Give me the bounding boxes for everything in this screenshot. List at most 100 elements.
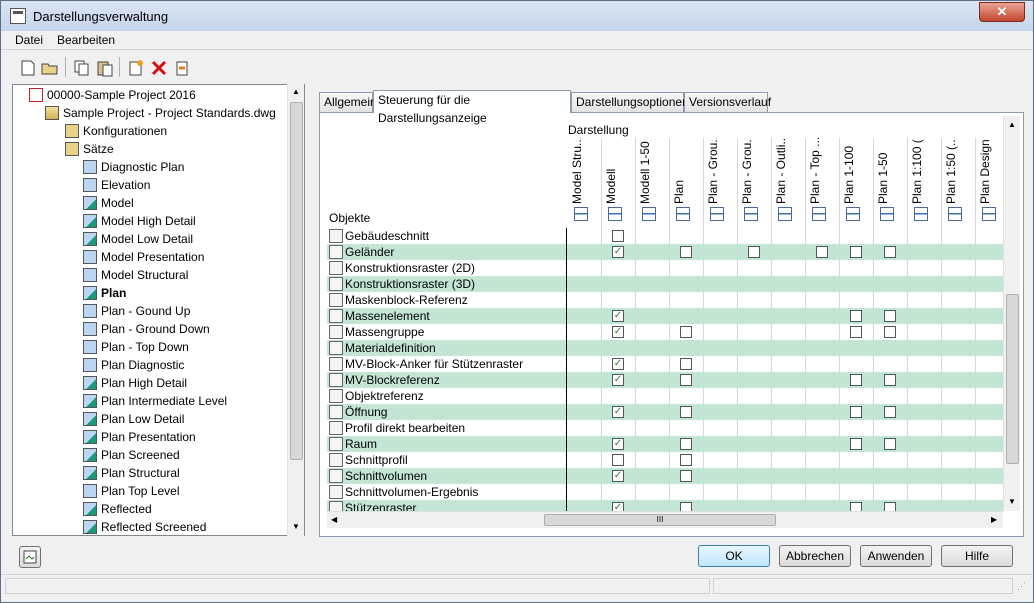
tree-item[interactable]: Elevation xyxy=(83,176,150,194)
tree-item[interactable]: Plan Screened xyxy=(83,446,180,464)
menu-datei[interactable]: Datei xyxy=(15,33,43,47)
column-header[interactable]: Model Stru... xyxy=(570,138,604,204)
display-checkbox[interactable] xyxy=(680,438,692,450)
tree-item[interactable]: Plan - Ground Down xyxy=(83,320,210,338)
tree-item[interactable]: Plan Intermediate Level xyxy=(83,392,227,410)
tab-versionsverlauf[interactable]: Versionsverlauf xyxy=(684,92,771,112)
display-checkbox[interactable] xyxy=(816,246,828,258)
column-header[interactable]: Plan - Grou... xyxy=(740,138,774,204)
display-checkbox[interactable] xyxy=(680,406,692,418)
ok-button[interactable]: OK xyxy=(698,545,770,567)
tree-panel[interactable]: 00000-Sample Project 2016 Sample Project … xyxy=(12,84,305,536)
tree-item[interactable]: Plan Structural xyxy=(83,464,180,482)
display-checkbox[interactable] xyxy=(680,246,692,258)
tree-item[interactable]: Model Presentation xyxy=(83,248,204,266)
column-header[interactable]: Plan - Grou... xyxy=(706,138,740,204)
display-checkbox[interactable] xyxy=(850,246,862,258)
grid-row[interactable]: MV-Blockreferenz ✓ xyxy=(327,372,1003,388)
display-checkbox[interactable] xyxy=(850,326,862,338)
display-checkbox[interactable] xyxy=(680,358,692,370)
tree-scrollbar[interactable]: ▲ ▼ xyxy=(287,84,304,536)
open-icon[interactable] xyxy=(41,59,59,77)
tree-item[interactable]: Plan xyxy=(83,284,126,302)
grid-row[interactable]: Massengruppe ✓ xyxy=(327,324,1003,340)
new-icon[interactable] xyxy=(19,59,37,77)
display-checkbox[interactable] xyxy=(680,454,692,466)
display-checkbox[interactable] xyxy=(884,438,896,450)
scroll-down-icon[interactable]: ▼ xyxy=(292,522,300,531)
tree-item[interactable]: Plan - Gound Up xyxy=(83,302,190,320)
column-header[interactable]: Plan 1:100 (... xyxy=(910,138,944,204)
grid-row[interactable]: Gebäudeschnitt xyxy=(327,228,1003,244)
display-checkbox[interactable]: ✓ xyxy=(612,326,624,338)
display-checkbox[interactable] xyxy=(884,406,896,418)
display-checkbox[interactable] xyxy=(680,326,692,338)
scroll-up-icon[interactable]: ▲ xyxy=(292,87,300,96)
grid-row[interactable]: Profil direkt bearbeiten xyxy=(327,420,1003,436)
display-checkbox[interactable] xyxy=(884,326,896,338)
display-checkbox[interactable] xyxy=(612,230,624,242)
scroll-up-icon[interactable]: ▲ xyxy=(1008,120,1016,129)
grid-row[interactable]: Schnittprofil xyxy=(327,452,1003,468)
display-checkbox[interactable] xyxy=(680,470,692,482)
column-header[interactable]: Plan - Outli... xyxy=(774,138,808,204)
display-checkbox[interactable] xyxy=(884,246,896,258)
copy-icon[interactable] xyxy=(73,59,91,77)
grid-vscroll-thumb[interactable] xyxy=(1006,294,1019,464)
display-checkbox[interactable] xyxy=(884,310,896,322)
tab-darstellungsoptionen[interactable]: Darstellungsoptionen xyxy=(571,92,689,112)
display-checkbox[interactable] xyxy=(850,374,862,386)
column-header[interactable]: Plan 1-100 xyxy=(842,138,876,204)
display-checkbox[interactable]: ✓ xyxy=(612,358,624,370)
grid-hscroll-thumb[interactable]: III xyxy=(544,514,776,526)
display-checkbox[interactable] xyxy=(850,406,862,418)
tree-item[interactable]: 00000-Sample Project 2016 xyxy=(29,86,196,104)
grid-row[interactable]: Materialdefinition xyxy=(327,340,1003,356)
column-header[interactable]: Modell 1-50 xyxy=(638,138,672,204)
help-button[interactable]: Hilfe xyxy=(941,545,1013,567)
column-header[interactable]: Plan - Top ... xyxy=(808,138,842,204)
grid-row[interactable]: Schnittvolumen-Ergebnis xyxy=(327,484,1003,500)
paste-icon[interactable] xyxy=(96,59,114,77)
grid-row[interactable]: Raum ✓ xyxy=(327,436,1003,452)
grid-row[interactable]: Massenelement ✓ xyxy=(327,308,1003,324)
display-mode-button[interactable] xyxy=(19,546,41,568)
display-checkbox[interactable]: ✓ xyxy=(612,310,624,322)
apply-button[interactable]: Anwenden xyxy=(860,545,932,567)
tree-item[interactable]: Sätze xyxy=(65,140,114,158)
new-set-icon[interactable] xyxy=(127,59,145,77)
tab-steuerung[interactable]: Steuerung für die Darstellungsanzeige xyxy=(373,90,571,125)
display-checkbox[interactable] xyxy=(850,438,862,450)
grid-row[interactable]: Geländer ✓ xyxy=(327,244,1003,260)
tree-item[interactable]: Plan Presentation xyxy=(83,428,196,446)
column-header[interactable]: Plan 1:50 (... xyxy=(944,138,978,204)
display-checkbox[interactable]: ✓ xyxy=(612,470,624,482)
display-checkbox[interactable]: ✓ xyxy=(612,374,624,386)
display-checkbox[interactable] xyxy=(612,454,624,466)
tree-item[interactable]: Plan Top Level xyxy=(83,482,180,500)
title-bar[interactable]: Darstellungsverwaltung ✕ xyxy=(1,1,1033,31)
grid-row[interactable]: Öffnung ✓ xyxy=(327,404,1003,420)
tree-item[interactable]: Model High Detail xyxy=(83,212,196,230)
column-header[interactable]: Modell xyxy=(604,138,638,204)
scroll-right-icon[interactable]: ▶ xyxy=(991,515,997,524)
tree-item[interactable]: Diagnostic Plan xyxy=(83,158,184,176)
tree-scroll-thumb[interactable] xyxy=(290,102,303,460)
column-header[interactable]: Plan xyxy=(672,138,706,204)
grid-row[interactable]: Objektreferenz xyxy=(327,388,1003,404)
tree-item[interactable]: Reflected Screened xyxy=(83,518,206,535)
display-checkbox[interactable]: ✓ xyxy=(612,246,624,258)
tree-item[interactable]: Konfigurationen xyxy=(65,122,167,140)
tree-item[interactable]: Plan High Detail xyxy=(83,374,187,392)
grid-vertical-scrollbar[interactable]: ▲ ▼ xyxy=(1003,116,1020,511)
display-checkbox[interactable] xyxy=(850,310,862,322)
tree-item[interactable]: Model xyxy=(83,194,134,212)
grid-row[interactable]: MV-Block-Anker für Stützenraster ✓ xyxy=(327,356,1003,372)
display-checkbox[interactable]: ✓ xyxy=(612,438,624,450)
menu-bearbeiten[interactable]: Bearbeiten xyxy=(57,33,115,47)
tree-item[interactable]: Plan Diagnostic xyxy=(83,356,184,374)
tree-item[interactable]: Model Low Detail xyxy=(83,230,193,248)
display-checkbox[interactable]: ✓ xyxy=(612,406,624,418)
grid-row[interactable]: Konstruktionsraster (3D) xyxy=(327,276,1003,292)
scroll-left-icon[interactable]: ◀ xyxy=(331,515,337,524)
